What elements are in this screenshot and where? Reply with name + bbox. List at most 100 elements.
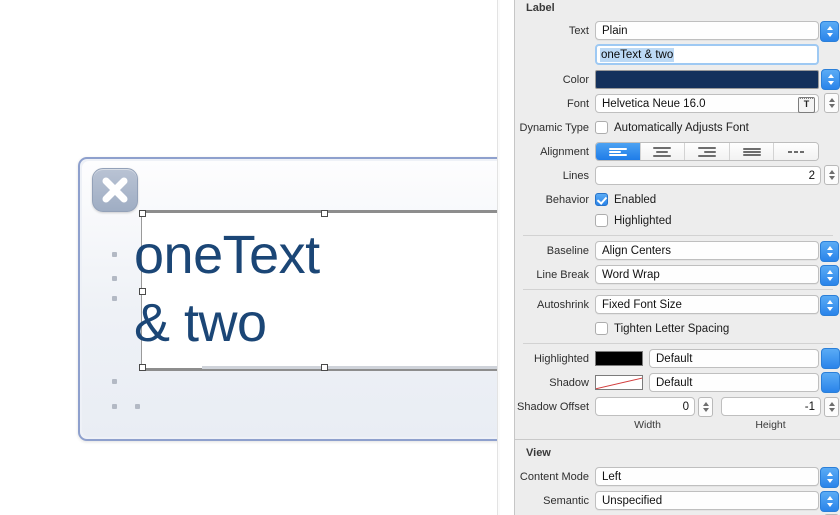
row-color[interactable]: Color: [515, 69, 840, 90]
automatically-adjusts-font-checkbox[interactable]: [595, 121, 608, 134]
highlighted-color-popup[interactable]: Default: [595, 348, 840, 369]
label-semantic: Semantic: [543, 494, 589, 507]
text-style-popup[interactable]: Plain: [595, 21, 839, 42]
label-content-mode: Content Mode: [519, 470, 589, 483]
shadow-color-popup[interactable]: Default: [595, 372, 840, 393]
row-shadow-offset-captions: Width Height: [515, 417, 840, 433]
row-behavior-enabled[interactable]: Behavior Enabled: [515, 189, 840, 210]
label-alignment: Alignment: [540, 145, 589, 158]
label-line-2: & two: [134, 293, 267, 353]
row-semantic[interactable]: Semantic Unspecified: [515, 490, 840, 512]
label-font: Font: [566, 97, 589, 110]
row-line-break[interactable]: Line Break Word Wrap: [515, 264, 840, 286]
row-highlighted-color[interactable]: Highlighted Default: [515, 348, 840, 369]
row-text-style[interactable]: Text Plain: [515, 20, 840, 42]
label-line-1: oneText: [134, 225, 320, 285]
alignment-segmented-control[interactable]: [595, 142, 819, 161]
constraint-dot: [112, 404, 117, 409]
chevron-updown-icon[interactable]: [821, 348, 840, 369]
shadow-offset-width-input[interactable]: 0: [595, 397, 695, 416]
tighten-letter-spacing-checkbox[interactable]: [595, 322, 608, 335]
baseline-popup[interactable]: Align Centers: [595, 241, 839, 262]
align-right-icon[interactable]: [685, 143, 730, 160]
chevron-updown-icon[interactable]: [821, 372, 840, 393]
attributes-inspector-panel[interactable]: Label Text Plain oneText & two Color Fon…: [514, 0, 840, 515]
resize-handle-bottom-center[interactable]: [321, 364, 328, 371]
shadow-offset-height-stepper[interactable]: [824, 397, 839, 417]
storyboard-canvas[interactable]: oneText & two: [0, 0, 500, 515]
highlighted-checkbox[interactable]: [595, 214, 608, 227]
canvas-scrollbar-track[interactable]: [497, 0, 500, 515]
shadow-offset-width-value: 0: [682, 400, 689, 413]
lines-stepper[interactable]: [824, 165, 839, 185]
resize-handle-mid-left[interactable]: [139, 288, 146, 295]
label-highlighted: Highlighted: [533, 352, 589, 365]
font-size-stepper[interactable]: [824, 93, 839, 113]
content-mode-popup[interactable]: Left: [595, 467, 839, 488]
row-alignment[interactable]: Alignment: [515, 141, 840, 162]
enabled-checkbox[interactable]: [595, 193, 608, 206]
shadow-color-swatch[interactable]: [595, 375, 643, 390]
line-break-popup[interactable]: Word Wrap: [595, 265, 839, 286]
color-popup[interactable]: [595, 69, 840, 90]
lines-value: 2: [808, 169, 815, 182]
chevron-updown-icon[interactable]: [820, 491, 839, 512]
align-justified-icon[interactable]: [729, 143, 775, 160]
autoshrink-popup[interactable]: Fixed Font Size: [595, 295, 839, 316]
shadow-offset-height-value: -1: [804, 400, 815, 413]
font-picker-icon[interactable]: T: [798, 97, 815, 113]
shadow-offset-height-input[interactable]: -1: [721, 397, 821, 416]
device-preview-panel[interactable]: oneText & two: [78, 157, 500, 441]
shadow-offset-width-caption: Width: [634, 419, 661, 431]
label-text-input[interactable]: oneText & two: [595, 44, 819, 65]
autoshrink-value: Fixed Font Size: [602, 298, 682, 311]
row-behavior-highlighted[interactable]: Highlighted: [515, 210, 840, 231]
align-center-icon[interactable]: [640, 143, 686, 160]
label-lines: Lines: [562, 169, 589, 182]
label-shadow-offset: Shadow Offset: [517, 400, 589, 413]
align-natural-icon[interactable]: [774, 143, 818, 160]
tighten-letter-spacing-label: Tighten Letter Spacing: [614, 322, 730, 335]
chevron-updown-icon[interactable]: [820, 265, 839, 286]
resize-handle-bottom-left[interactable]: [139, 364, 146, 371]
color-swatch[interactable]: [595, 70, 819, 89]
align-left-icon[interactable]: [596, 143, 641, 160]
lines-input[interactable]: 2: [595, 166, 821, 185]
row-lines[interactable]: Lines 2: [515, 165, 840, 186]
shadow-offset-height-caption: Height: [755, 419, 786, 431]
row-baseline[interactable]: Baseline Align Centers: [515, 240, 840, 262]
chevron-updown-icon[interactable]: [820, 467, 839, 488]
constraint-dot: [112, 379, 117, 384]
label-line-break: Line Break: [536, 268, 589, 281]
chevron-updown-icon[interactable]: [820, 295, 839, 316]
label-autoshrink: Autoshrink: [537, 298, 589, 311]
row-content-mode[interactable]: Content Mode Left: [515, 466, 840, 488]
constraint-dot: [112, 296, 117, 301]
section-divider: [515, 439, 840, 440]
row-shadow-color[interactable]: Shadow Default: [515, 372, 840, 393]
font-field[interactable]: Helvetica Neue 16.0 T: [595, 94, 819, 113]
resize-handle-top-center[interactable]: [321, 210, 328, 217]
font-value: Helvetica Neue 16.0: [602, 97, 706, 110]
semantic-popup[interactable]: Unspecified: [595, 491, 839, 512]
automatically-adjusts-font-label: Automatically Adjusts Font: [614, 121, 749, 134]
row-shadow-offset[interactable]: Shadow Offset 0 -1: [515, 396, 840, 417]
constraint-dot: [112, 276, 117, 281]
chevron-updown-icon[interactable]: [820, 241, 839, 262]
row-font[interactable]: Font Helvetica Neue 16.0 T: [515, 93, 840, 114]
row-dynamic-type[interactable]: Dynamic Type Automatically Adjusts Font: [515, 117, 840, 138]
row-autoshrink[interactable]: Autoshrink Fixed Font Size: [515, 294, 840, 316]
highlighted-color-swatch[interactable]: [595, 351, 643, 366]
row-tighten[interactable]: Tighten Letter Spacing: [515, 318, 840, 339]
shadow-offset-width-stepper[interactable]: [698, 397, 713, 417]
resize-handle-top-left[interactable]: [139, 210, 146, 217]
label-text: Text: [568, 24, 589, 37]
semantic-value: Unspecified: [602, 494, 663, 507]
shadow-color-name: Default: [649, 373, 819, 392]
chevron-updown-icon[interactable]: [820, 21, 839, 42]
row-text-value[interactable]: oneText & two: [515, 43, 840, 66]
label-bottom-shade: [202, 366, 500, 369]
selected-label-widget[interactable]: oneText & two: [134, 210, 500, 371]
chevron-updown-icon[interactable]: [821, 69, 840, 90]
close-x-icon[interactable]: [92, 168, 138, 212]
